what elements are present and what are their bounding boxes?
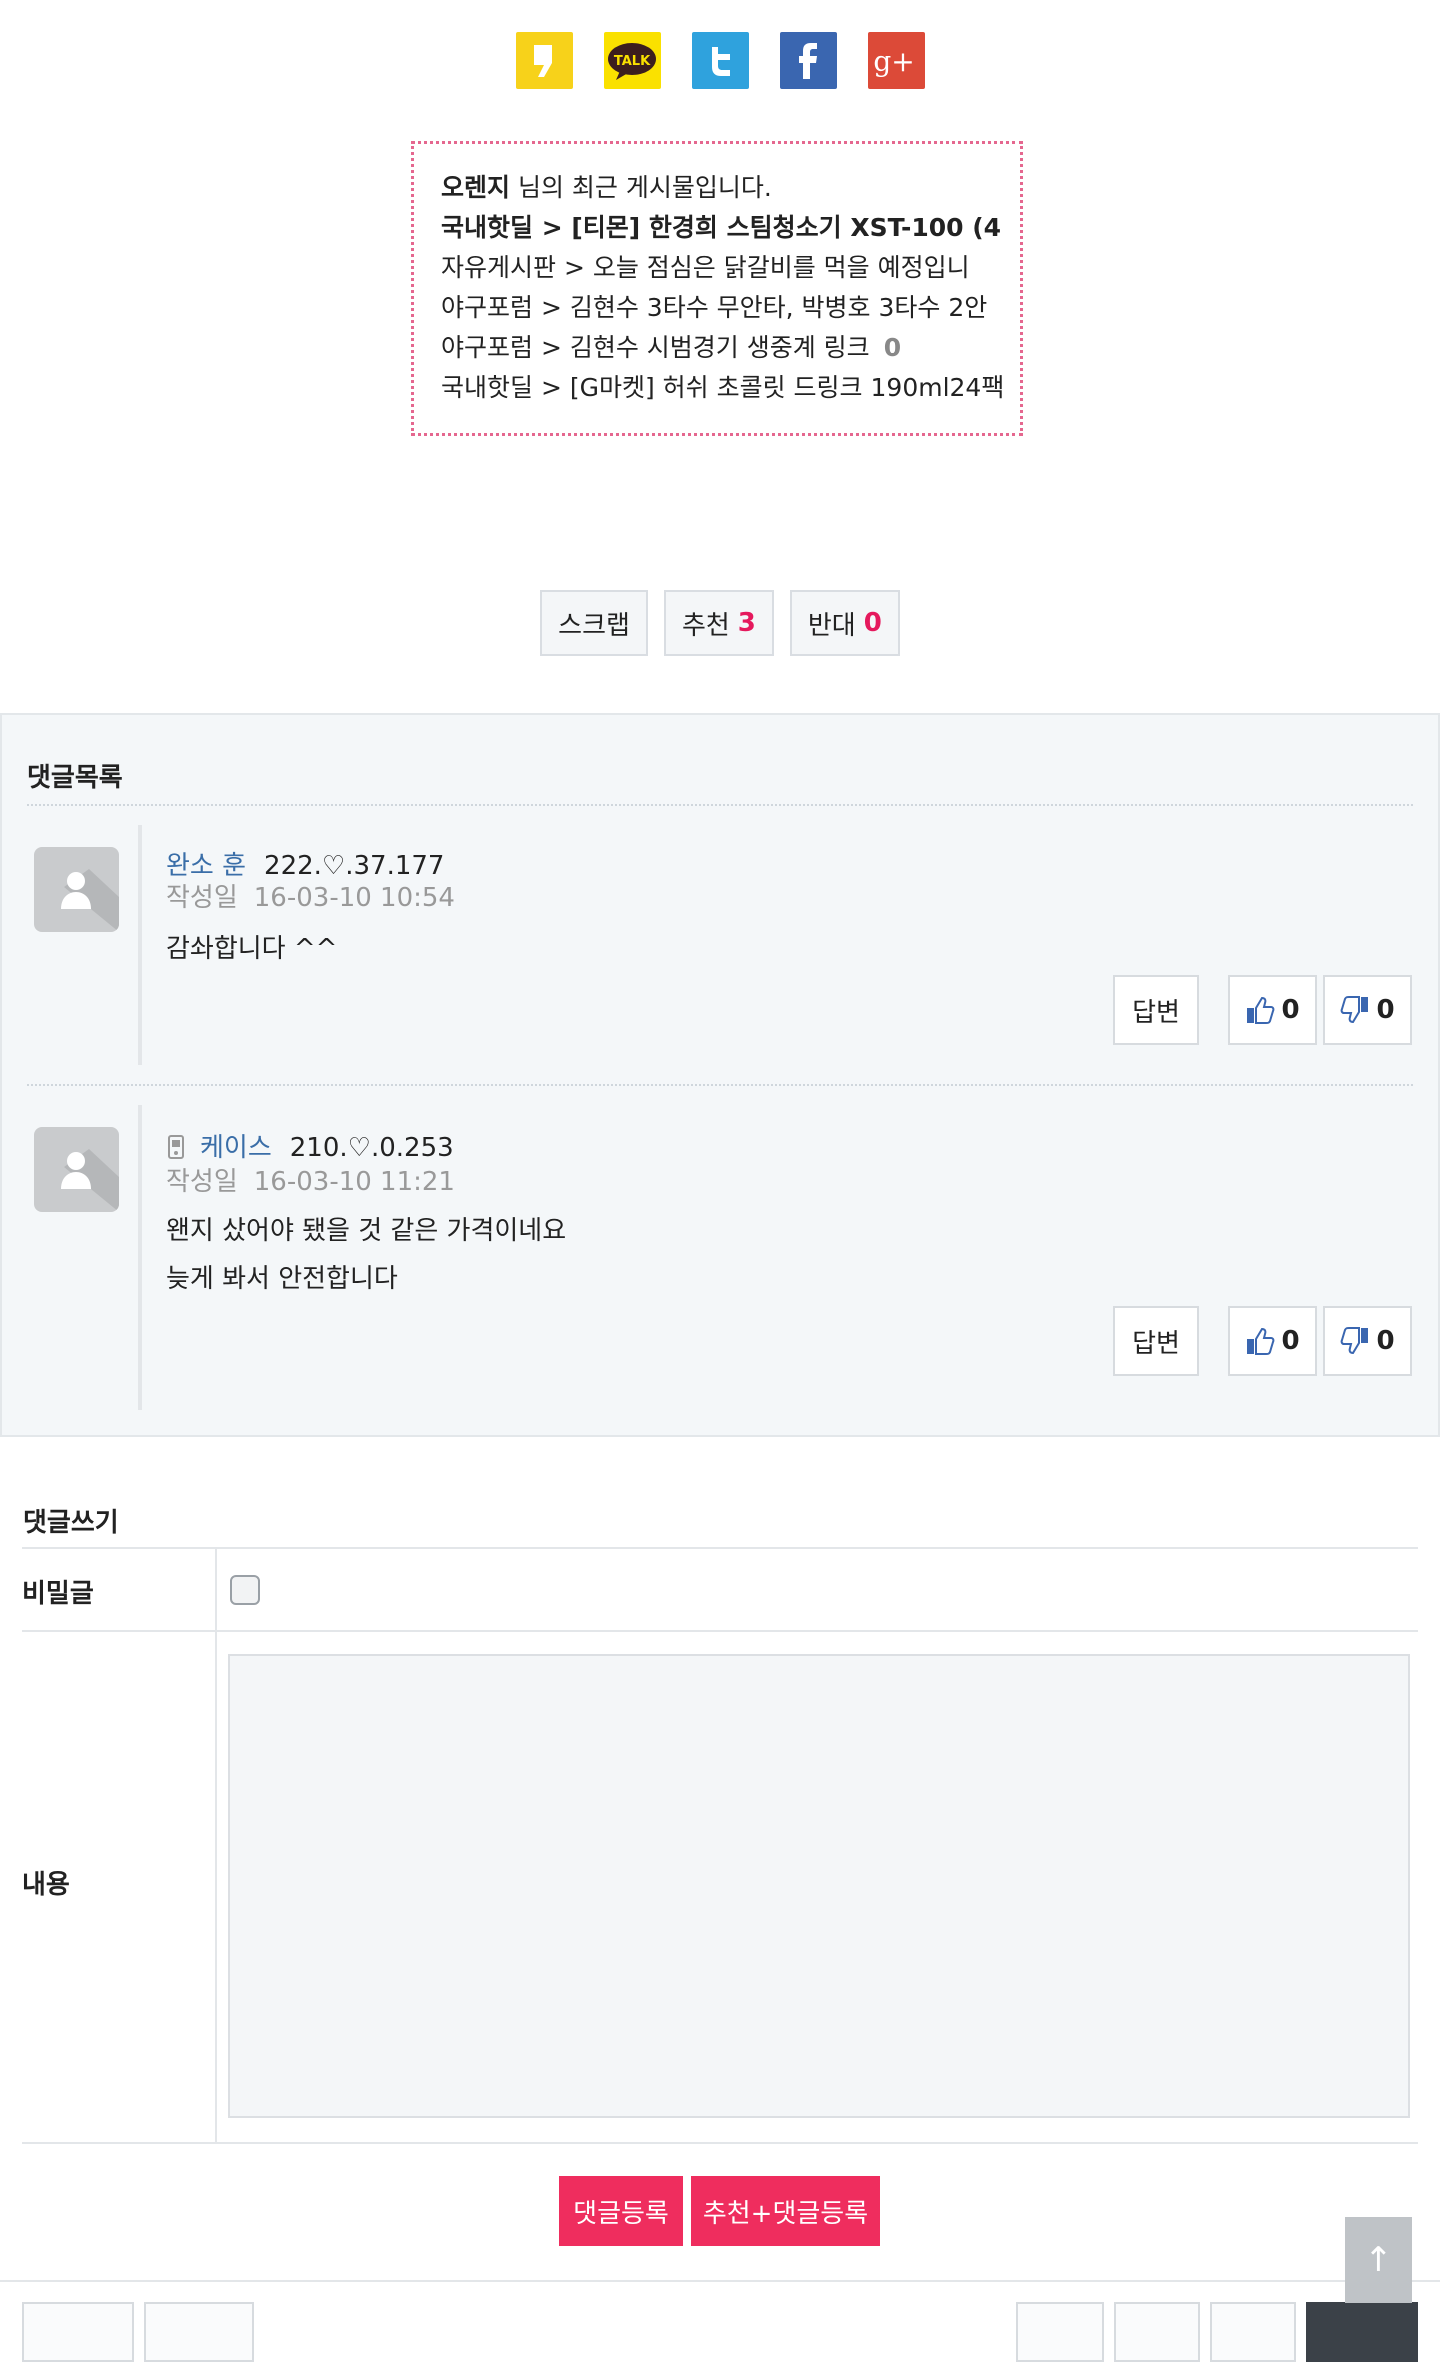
comment-list: 댓글목록 완소 훈 222.♡.37.177 작성일 16-03-10 10:54 … xyxy=(0,713,1440,1437)
comment-indent-line xyxy=(138,825,142,1065)
oppose-count: 0 xyxy=(863,608,882,638)
divider xyxy=(0,2280,1440,2282)
comment-bad-button[interactable]: 0 xyxy=(1323,975,1412,1045)
comment-line: 왠지 샀어야 됐을 것 같은 가격이네요 xyxy=(166,1216,567,1246)
facebook-icon[interactable] xyxy=(779,32,837,89)
comment-body: 왠지 샀어야 됐을 것 같은 가격이네요 늦게 봐서 안전합니다 xyxy=(166,1207,566,1303)
bottom-nav-button[interactable] xyxy=(144,2302,254,2362)
reply-label: 답변 xyxy=(1132,1328,1180,1359)
secret-field xyxy=(215,1549,260,1632)
recent-post-title[interactable]: 야구포럼 > 김현수 시범경기 생중계 링크 xyxy=(441,333,870,362)
recent-post-link[interactable]: 야구포럼 > 김현수 시범경기 생중계 링크 0 xyxy=(441,328,1004,368)
mobile-icon xyxy=(168,1135,184,1159)
recent-post-title[interactable]: 국내핫딜 > [티몬] 한경희 스팀청소기 XST-100 (4 xyxy=(441,213,1001,242)
content-row: 내용 xyxy=(22,1630,1418,2144)
recommend-button[interactable]: 추천 3 xyxy=(663,590,774,656)
content-field xyxy=(215,1632,1410,2142)
comment-date-label: 작성일 xyxy=(166,1167,238,1197)
comment-good-button[interactable]: 0 xyxy=(1228,1306,1317,1376)
recommend-and-comment-label: 추천+댓글등록 xyxy=(702,2198,869,2229)
recent-intro: 님의 최근 게시물입니다. xyxy=(510,173,772,202)
recommend-count: 3 xyxy=(737,608,756,638)
divider xyxy=(27,1084,1413,1086)
share-bar: TALK g+ xyxy=(0,32,1440,89)
thumbs-up-icon xyxy=(1247,996,1275,1024)
comment-date-label: 작성일 xyxy=(166,883,238,913)
comment-bad-count: 0 xyxy=(1376,1326,1395,1356)
recent-post-link[interactable]: 자유게시판 > 오늘 점심은 닭갈비를 먹을 예정입니 xyxy=(441,248,1004,288)
secret-checkbox[interactable] xyxy=(230,1575,260,1605)
recent-post-title[interactable]: 국내핫딜 > [G마켓] 허쉬 초콜릿 드링크 190ml24팩 xyxy=(441,373,1004,402)
bottom-nav-button[interactable] xyxy=(1016,2302,1104,2362)
comment-indent-line xyxy=(138,1105,142,1410)
arrow-up-icon: ↑ xyxy=(1364,2240,1393,2280)
avatar xyxy=(34,847,119,932)
submit-label: 댓글등록 xyxy=(573,2198,669,2229)
kakaostory-icon[interactable] xyxy=(515,32,573,89)
content-label: 내용 xyxy=(22,1870,70,1900)
secret-row: 비밀글 xyxy=(22,1547,1418,1632)
recent-post-link[interactable]: 야구포럼 > 김현수 3타수 무안타, 박병호 3타수 2안 xyxy=(441,288,1004,328)
comment-line: 감솨합니다 ^^ xyxy=(166,934,338,964)
comment-item: 케이스 210.♡.0.253 작성일 16-03-10 11:21 왠지 샀어야 … xyxy=(27,1105,1413,1410)
recent-posts-heading: 오렌지 님의 최근 게시물입니다. xyxy=(441,168,1004,208)
avatar xyxy=(34,1127,119,1212)
scrap-label: 스크랩 xyxy=(558,610,630,641)
comment-item: 완소 훈 222.♡.37.177 작성일 16-03-10 10:54 감솨합니다… xyxy=(27,825,1413,1065)
comment-textarea[interactable] xyxy=(228,1654,1410,2118)
kakaotalk-icon[interactable]: TALK xyxy=(603,32,661,89)
comment-header: 케이스 210.♡.0.253 xyxy=(166,1127,454,1164)
recent-author[interactable]: 오렌지 xyxy=(441,173,510,202)
comment-write-title: 댓글쓰기 xyxy=(23,1508,119,1538)
comment-bad-count: 0 xyxy=(1376,995,1395,1025)
scrap-button[interactable]: 스크랩 xyxy=(540,590,648,656)
twitter-icon[interactable] xyxy=(691,32,749,89)
recent-post-title[interactable]: 야구포럼 > 김현수 3타수 무안타, 박병호 3타수 2안 xyxy=(441,293,987,322)
secret-label: 비밀글 xyxy=(22,1579,94,1609)
talk-label: TALK xyxy=(614,54,651,69)
recommend-label: 추천 xyxy=(681,610,730,641)
write-post-button[interactable] xyxy=(1306,2302,1418,2362)
thumbs-up-icon xyxy=(1247,1327,1275,1355)
recent-post-comment-count: 0 xyxy=(883,333,902,362)
comment-body: 감솨합니다 ^^ xyxy=(166,925,337,973)
oppose-label: 반대 xyxy=(807,610,856,641)
recent-post-link[interactable]: 국내핫딜 > [티몬] 한경희 스팀청소기 XST-100 (4 xyxy=(441,208,1004,248)
comment-bad-button[interactable]: 0 xyxy=(1323,1306,1412,1376)
recent-post-link[interactable]: 국내핫딜 > [G마켓] 허쉬 초콜릿 드링크 190ml24팩 xyxy=(441,368,1004,408)
submit-comment-button[interactable]: 댓글등록 xyxy=(559,2176,683,2246)
bottom-nav-button[interactable] xyxy=(1210,2302,1296,2362)
thumbs-down-icon xyxy=(1341,996,1369,1024)
comment-good-count: 0 xyxy=(1281,995,1300,1025)
comment-line: 늦게 봐서 안전합니다 xyxy=(166,1264,398,1294)
divider xyxy=(27,804,1413,806)
oppose-button[interactable]: 반대 0 xyxy=(789,590,900,656)
comment-date-line: 작성일 16-03-10 11:21 xyxy=(166,1161,455,1198)
comment-author[interactable]: 케이스 xyxy=(200,1133,272,1163)
recommend-and-comment-button[interactable]: 추천+댓글등록 xyxy=(691,2176,880,2246)
thumbs-down-icon xyxy=(1341,1327,1369,1355)
reply-button[interactable]: 답변 xyxy=(1113,1306,1199,1376)
bottom-nav-button[interactable] xyxy=(22,2302,134,2362)
post-action-bar: 스크랩 추천 3 반대 0 xyxy=(0,590,1440,656)
googleplus-icon[interactable]: g+ xyxy=(867,32,925,89)
reply-label: 답변 xyxy=(1132,997,1180,1028)
recent-post-title[interactable]: 자유게시판 > 오늘 점심은 닭갈비를 먹을 예정입니 xyxy=(441,253,970,282)
scroll-to-top-button[interactable]: ↑ xyxy=(1345,2217,1412,2303)
reply-button[interactable]: 답변 xyxy=(1113,975,1199,1045)
recent-posts-box: 오렌지 님의 최근 게시물입니다. 국내핫딜 > [티몬] 한경희 스팀청소기 … xyxy=(411,141,1023,436)
comment-date: 16-03-10 10:54 xyxy=(253,883,455,913)
comment-date: 16-03-10 11:21 xyxy=(253,1167,455,1197)
comment-good-count: 0 xyxy=(1281,1326,1300,1356)
comment-list-title: 댓글목록 xyxy=(27,763,123,793)
gplus-label: g+ xyxy=(874,45,915,78)
comment-ip: 210.♡.0.253 xyxy=(289,1133,454,1163)
comment-date-line: 작성일 16-03-10 10:54 xyxy=(166,877,455,914)
comment-good-button[interactable]: 0 xyxy=(1228,975,1317,1045)
bottom-nav-button[interactable] xyxy=(1114,2302,1200,2362)
